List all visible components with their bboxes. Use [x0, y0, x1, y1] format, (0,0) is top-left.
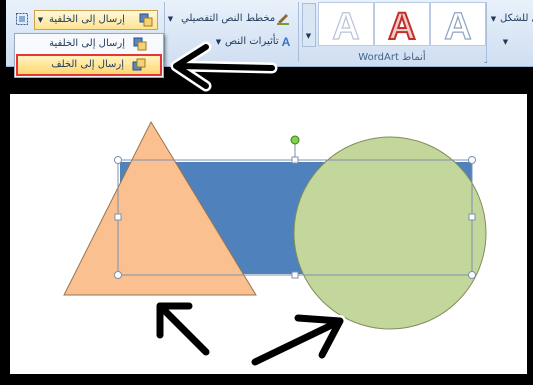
send-backward-split-button[interactable]: ▼ إرسال إلى الخلفية [34, 10, 158, 30]
shape-style-label: ي للشكل [500, 13, 533, 24]
send-to-back-icon [133, 37, 147, 51]
wordart-group-label: أنماط WordArt [358, 52, 426, 63]
group-separator [486, 2, 487, 62]
rotation-handle[interactable] [290, 135, 300, 145]
menu-item-label: إرسال إلى الخلفية [49, 38, 125, 49]
text-outline-pen-icon [277, 14, 289, 25]
selection-pane-icon[interactable] [15, 12, 29, 26]
wordart-style-tile-3[interactable]: A [430, 2, 486, 46]
menu-item-send-backward[interactable]: إرسال إلى الخلف [16, 54, 162, 76]
menu-item-label: إرسال إلى الخلف [51, 59, 124, 70]
text-effects-icon: A [282, 35, 291, 48]
slide-canvas [10, 94, 527, 374]
gallery-scroll-buttons[interactable]: ▼ [302, 3, 316, 47]
send-backward-icon [132, 58, 146, 71]
wordart-style-tile-2[interactable]: A [374, 2, 430, 46]
chevron-down-icon[interactable]: ▼ [166, 13, 175, 25]
chevron-down-icon[interactable]: ▼ [36, 14, 45, 26]
svg-text:A: A [444, 6, 471, 45]
menu-item-send-to-back[interactable]: إرسال إلى الخلفية [17, 35, 161, 53]
send-backward-label: إرسال إلى الخلفية [49, 14, 125, 25]
more-styles-icon[interactable]: ▼ [304, 30, 313, 42]
chevron-down-icon[interactable]: ▼ [489, 13, 498, 25]
send-to-back-icon [139, 13, 153, 27]
wordart-style-tile-1[interactable]: A [318, 2, 374, 46]
group-separator [298, 2, 299, 62]
text-outline-label: مخطط النص التفصيلي [181, 13, 276, 24]
chevron-down-icon[interactable]: ▼ [214, 36, 223, 48]
send-backward-menu: إرسال إلى الخلفية إرسال إلى الخلف [14, 33, 164, 78]
svg-text:A: A [282, 35, 291, 48]
shapes-layer [63, 120, 487, 330]
svg-text:A: A [388, 6, 415, 45]
chevron-down-icon[interactable]: ▼ [501, 36, 510, 48]
circle-shape[interactable] [293, 136, 487, 330]
svg-text:A: A [332, 6, 359, 45]
screenshot: ▼ إرسال إلى الخلفية ▼ مخطط النص التفصيلي… [0, 0, 533, 385]
text-effects-label: تأثيرات النص [225, 36, 279, 47]
group-separator [164, 2, 165, 62]
